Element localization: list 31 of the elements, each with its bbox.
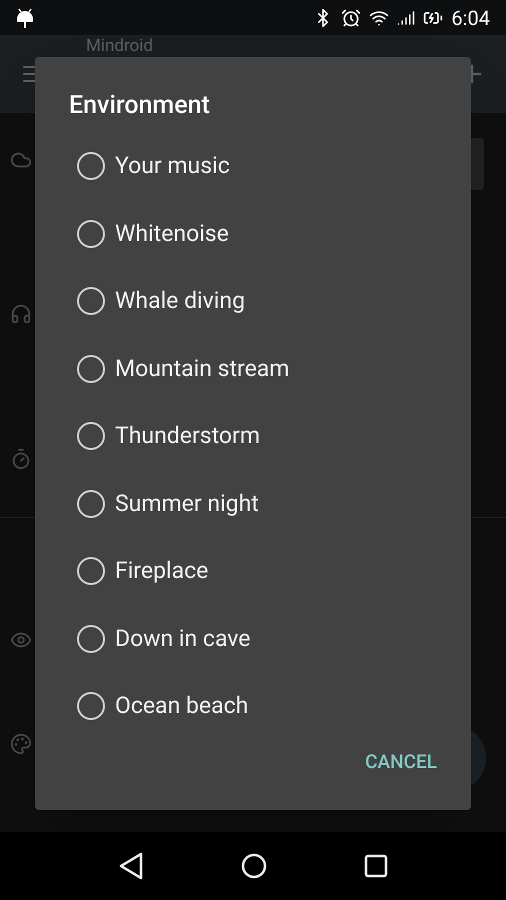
radio-option[interactable]: Fireplace (35, 538, 471, 605)
radio-option[interactable]: Whale diving (35, 268, 471, 335)
dialog-title: Environment (69, 90, 210, 122)
radio-button[interactable] (77, 152, 105, 180)
android-icon (16, 6, 34, 28)
radio-button[interactable] (77, 624, 105, 653)
radio-option[interactable]: Thunderstorm (35, 402, 471, 470)
radio-button[interactable] (77, 692, 105, 720)
app-title: Mindroid (86, 38, 153, 55)
timer-icon (10, 448, 32, 470)
radio-option[interactable]: Mountain stream (35, 335, 471, 402)
radio-option[interactable]: Ocean beach (35, 672, 471, 740)
headphones-icon (10, 303, 32, 325)
radio-button[interactable] (77, 490, 105, 518)
cancel-button[interactable]: CANCEL (355, 744, 447, 780)
radio-button[interactable] (77, 354, 105, 383)
clock: 6:04 (451, 4, 490, 32)
radio-button[interactable] (77, 557, 105, 586)
home-icon[interactable] (240, 853, 267, 879)
radio-option[interactable]: Summer night (35, 470, 471, 538)
radio-button[interactable] (77, 287, 105, 316)
signal-icon (397, 8, 416, 26)
palette-icon (10, 733, 32, 755)
radio-button[interactable] (77, 422, 105, 450)
radio-option[interactable]: Whitenoise (35, 200, 471, 268)
recents-icon[interactable] (364, 854, 388, 878)
radio-button[interactable] (77, 220, 105, 248)
radio-option[interactable]: Your music (35, 132, 471, 200)
back-icon[interactable] (118, 852, 144, 880)
alarm-icon (341, 8, 362, 28)
radio-option[interactable]: Down in cave (35, 605, 471, 672)
